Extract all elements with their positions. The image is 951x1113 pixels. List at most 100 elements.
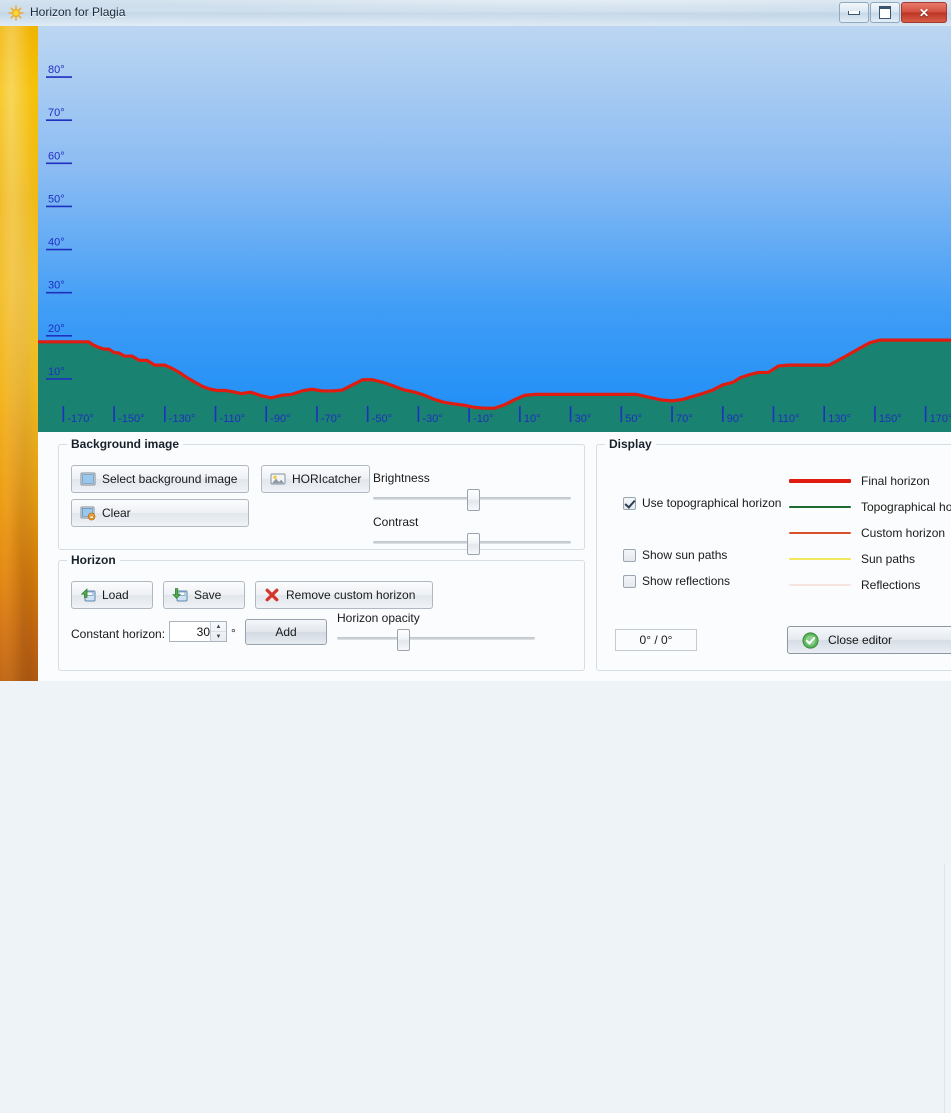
checkbox-show-reflections[interactable]: Show reflections (623, 574, 730, 588)
constant-horizon-unit: ° (231, 626, 236, 640)
x-tick-label: -30° (422, 413, 442, 425)
legend-line (789, 584, 851, 586)
checkbox-box[interactable] (623, 574, 636, 588)
constant-horizon-input[interactable] (170, 623, 212, 640)
constant-horizon-stepper[interactable]: ▲ ▼ (169, 621, 227, 642)
horizon-plot-canvas[interactable]: 10° 20° 30° 40° 50° 60° 70° 80° -170° -150° -130°… (38, 26, 951, 432)
checkbox-label: Use topographical horizon (642, 496, 782, 510)
load-disk-icon (80, 588, 96, 602)
brightness-slider[interactable] (373, 489, 571, 511)
checkbox-use-topographical-horizon[interactable]: Use topographical horizon (623, 496, 781, 510)
minimize-button[interactable] (839, 2, 869, 23)
x-tick-label: -90° (270, 413, 290, 425)
stepper-up-icon[interactable]: ▲ (211, 622, 226, 632)
x-tick-label: -10° (473, 413, 493, 425)
checkbox-show-sun-paths[interactable]: Show sun paths (623, 548, 727, 562)
select-background-image-button[interactable]: Select background image (71, 465, 249, 493)
legend-line (789, 558, 851, 560)
x-tick-label: 30° (575, 413, 592, 425)
window-title: Horizon for Plagia (30, 5, 126, 19)
clear-label: Clear (102, 506, 131, 520)
legend-label: Reflections (861, 578, 921, 592)
save-label: Save (194, 588, 222, 602)
image-icon (80, 472, 96, 486)
display-group: Display Use topographical horizon Show s… (596, 437, 951, 671)
legend-label: Final horizon (861, 474, 930, 488)
contrast-slider[interactable] (373, 533, 571, 555)
checkbox-label: Show sun paths (642, 548, 728, 562)
horizon-editor-window: Horizon for Plagia ✕ meteonorm (0, 0, 951, 1113)
remove-custom-horizon-label: Remove custom horizon (286, 588, 416, 602)
checkbox-box[interactable] (623, 548, 636, 562)
legend-label: Sun paths (861, 552, 916, 566)
legend-line (789, 532, 851, 534)
window-controls: ✕ (838, 2, 947, 23)
checkbox-label: Show reflections (642, 574, 731, 588)
y-tick-label: 70° (48, 107, 65, 119)
x-tick-label: -170° (67, 413, 93, 425)
contrast-label: Contrast (373, 515, 419, 529)
add-label: Add (275, 625, 297, 639)
legend-line (789, 506, 851, 508)
x-tick-label: -150° (118, 413, 144, 425)
stepper-arrows[interactable]: ▲ ▼ (210, 622, 226, 641)
y-tick-label: 10° (48, 366, 65, 378)
horizon-group-title: Horizon (67, 553, 120, 567)
controls-panel: Background image Select background image… (38, 432, 951, 1113)
maximize-button[interactable] (870, 2, 900, 23)
y-tick-label: 40° (48, 237, 65, 249)
close-editor-button[interactable]: Close editor (787, 626, 951, 654)
mountain-photo-icon (270, 473, 286, 485)
load-horizon-button[interactable]: Load (71, 581, 153, 609)
y-tick-label: 20° (48, 323, 65, 335)
legend-item-custom-horizon: Custom horizon (789, 526, 945, 540)
horizon-group: Horizon Load Save Remove custom horizon … (58, 553, 585, 671)
horizon-opacity-label: Horizon opacity (337, 611, 420, 625)
horizon-opacity-thumb[interactable] (397, 629, 411, 651)
legend-label: Custom horizon (861, 526, 946, 540)
x-tick-label: 90° (727, 413, 744, 425)
legend-item-topographical-horizon: Topographical horizon (789, 500, 951, 514)
y-tick-label: 50° (48, 193, 65, 205)
clear-background-button[interactable]: Clear (71, 499, 249, 527)
x-tick-label: -110° (220, 413, 246, 425)
x-tick-label: 70° (676, 413, 693, 425)
cursor-coordinates: 0° / 0° (615, 629, 697, 651)
meteonorm-brand-bar: meteonorm (0, 26, 38, 681)
green-check-icon (802, 631, 819, 649)
horizon-plot[interactable]: 10° 20° 30° 40° 50° 60° 70° 80° -170° -150° -130°… (38, 26, 951, 432)
red-x-icon (265, 588, 279, 602)
sun-icon (8, 5, 24, 21)
maximize-icon (879, 6, 891, 19)
legend-item-final-horizon: Final horizon (789, 474, 930, 488)
horizon-opacity-track (337, 637, 535, 640)
y-tick-label: 60° (48, 150, 65, 162)
panel-scrollbar[interactable] (944, 864, 951, 1113)
background-image-group-title: Background image (67, 437, 184, 451)
close-button[interactable]: ✕ (901, 2, 947, 23)
title-bar: Horizon for Plagia ✕ (0, 0, 951, 27)
horicatcher-label: HORIcatcher (292, 472, 362, 486)
save-horizon-button[interactable]: Save (163, 581, 245, 609)
checkbox-box[interactable] (623, 496, 636, 510)
image-delete-icon (80, 506, 96, 521)
horizon-opacity-slider[interactable] (337, 629, 535, 651)
y-tick-label: 80° (48, 64, 65, 76)
contrast-slider-thumb[interactable] (467, 533, 480, 555)
close-icon: ✕ (918, 5, 930, 20)
background-image-group: Background image Select background image… (58, 437, 585, 555)
x-tick-label: 110° (777, 413, 799, 425)
legend-line (789, 479, 851, 483)
brightness-slider-thumb[interactable] (467, 489, 480, 511)
x-tick-label: 170° (930, 413, 951, 425)
stepper-down-icon[interactable]: ▼ (211, 632, 226, 641)
x-tick-label: -70° (321, 413, 341, 425)
x-tick-label: -50° (372, 413, 392, 425)
remove-custom-horizon-button[interactable]: Remove custom horizon (255, 581, 433, 609)
close-editor-label: Close editor (828, 633, 893, 647)
load-label: Load (102, 588, 129, 602)
add-horizon-button[interactable]: Add (245, 619, 327, 645)
x-tick-label: -130° (169, 413, 195, 425)
horicatcher-button[interactable]: HORIcatcher (261, 465, 370, 493)
x-tick-label: 50° (625, 413, 642, 425)
